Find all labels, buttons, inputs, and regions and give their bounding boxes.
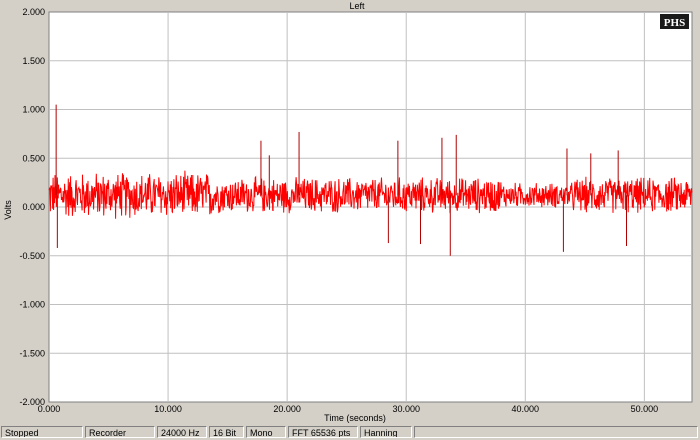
x-tick-label: 50.000 (631, 404, 659, 414)
x-tick-label: 10.000 (154, 404, 182, 414)
status-bar: Stopped Recorder 24000 Hz 16 Bit Mono FF… (0, 425, 700, 440)
chart-title: Left (349, 1, 365, 11)
y-tick-labels: 2.000 1.500 1.000 0.500 0.000 -0.500 -1.000 -1.… (19, 7, 45, 407)
phs-logo: PHS (660, 14, 689, 29)
x-axis-label: Time (seconds) (324, 413, 386, 423)
chart: 2.000 1.500 1.000 0.500 0.000 -0.500 -1.000 -1.… (3, 1, 693, 423)
y-tick-label: -1.000 (19, 300, 45, 310)
x-tick-label: 40.000 (512, 404, 540, 414)
y-tick-label: 0.500 (22, 153, 45, 163)
status-fft: FFT 65536 pts (288, 426, 358, 438)
x-tick-label: 30.000 (392, 404, 420, 414)
y-axis-label: Volts (3, 200, 13, 220)
status-window: Hanning (360, 426, 412, 438)
y-tick-label: 1.500 (22, 56, 45, 66)
y-tick-label: 2.000 (22, 7, 45, 17)
status-extra (414, 426, 698, 438)
status-state: Stopped (1, 426, 83, 438)
phs-logo-text: PHS (664, 17, 685, 29)
y-tick-label: -1.500 (19, 348, 45, 358)
status-channels: Mono (246, 426, 286, 438)
y-tick-label: 0.000 (22, 202, 45, 212)
status-sample-rate: 24000 Hz (157, 426, 207, 438)
x-tick-label: 0.000 (38, 404, 61, 414)
status-bit-depth: 16 Bit (209, 426, 244, 438)
x-tick-label: 20.000 (273, 404, 301, 414)
y-tick-label: 1.000 (22, 105, 45, 115)
status-mode: Recorder (85, 426, 155, 438)
y-tick-label: -0.500 (19, 251, 45, 261)
